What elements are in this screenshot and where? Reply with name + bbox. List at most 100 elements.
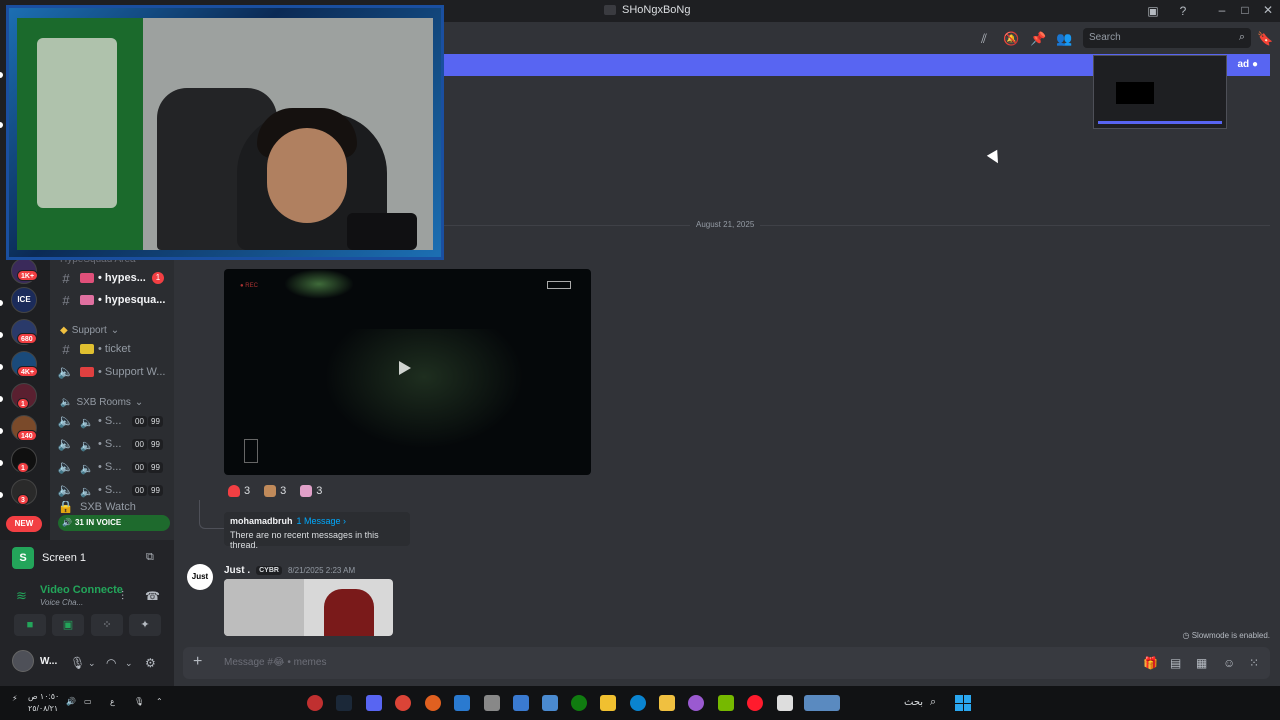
app-icon[interactable] — [777, 695, 793, 711]
taskbar-search[interactable]: بحث — [904, 697, 923, 708]
discord-icon[interactable] — [366, 695, 382, 711]
settings-icon[interactable] — [484, 695, 500, 711]
threads-icon[interactable]: ⫽ — [976, 31, 992, 47]
screen-share-button[interactable]: ▣ — [52, 614, 84, 636]
member-list-icon[interactable]: 👥 — [1056, 31, 1072, 47]
bookmark-icon[interactable]: 🔖 — [1257, 31, 1273, 47]
channel-label: • S... — [98, 438, 122, 450]
volume-icon[interactable]: 🔊 — [66, 697, 76, 706]
channel-hypes[interactable]: # • hypes... 1 — [50, 267, 174, 289]
sticker-icon[interactable]: ▦ — [1196, 656, 1207, 670]
channel-label: • S... — [98, 484, 122, 496]
user-panel[interactable]: W... — [12, 650, 57, 672]
clock-date[interactable]: ٢٥/٠٨/٢١ — [28, 704, 58, 713]
voice-connection-title[interactable]: Video Connecte — [40, 584, 123, 596]
language-indicator[interactable]: ع — [110, 697, 115, 706]
reaction-sticker[interactable]: 3 — [296, 483, 326, 499]
category-support[interactable]: ◆ Support ⌄ — [60, 325, 119, 336]
sticker-emoji-icon — [300, 485, 313, 497]
minimize-button[interactable]: – — [1215, 3, 1229, 17]
app-icon[interactable] — [454, 695, 470, 711]
weather-icon[interactable] — [804, 695, 840, 711]
edge-icon[interactable] — [630, 695, 646, 711]
category-sxb-rooms[interactable]: 🔈 SXB Rooms ⌄ — [60, 397, 143, 408]
pin-icon[interactable]: 📌 — [1030, 31, 1046, 47]
screen-share-preview[interactable] — [1093, 55, 1227, 129]
disconnect-icon[interactable]: ☎ — [145, 589, 160, 603]
voice-channel-name[interactable]: Voice Cha... — [40, 598, 83, 607]
chevron-up-icon[interactable]: ⌃ — [156, 697, 163, 706]
file-explorer-icon[interactable] — [659, 695, 675, 711]
play-icon[interactable] — [399, 361, 411, 375]
channel-sxb-watch[interactable]: 🔒 SXB Watch — [50, 501, 174, 513]
screen-share-row[interactable]: S Screen 1 — [12, 547, 86, 569]
camera-button[interactable]: ■ — [14, 614, 46, 636]
browser-icon[interactable] — [425, 695, 441, 711]
network-icon[interactable]: ▭ — [84, 697, 92, 706]
gif-icon[interactable]: ▤ — [1170, 656, 1181, 670]
speaker-icon: 🔈 — [57, 364, 75, 379]
xbox-icon[interactable] — [571, 695, 587, 711]
channel-ticket[interactable]: # • ticket — [50, 338, 174, 360]
new-badge[interactable]: NEW — [6, 516, 42, 532]
activities-button[interactable]: ⁘ — [91, 614, 123, 636]
message-image[interactable] — [224, 579, 393, 636]
maximize-button[interactable]: □ — [1238, 3, 1252, 17]
search-placeholder: Search — [1089, 32, 1121, 43]
camera-hud — [244, 439, 258, 463]
gift-icon[interactable]: 🎁 — [1143, 656, 1158, 670]
thread-link[interactable]: 1 Message › — [297, 516, 347, 526]
opera-icon[interactable] — [747, 695, 763, 711]
mail-icon[interactable] — [513, 695, 529, 711]
copilot-icon[interactable] — [688, 695, 704, 711]
windows-start-icon[interactable] — [955, 695, 971, 711]
thread-preview[interactable]: mohamadbruh 1 Message › There are no rece… — [224, 512, 410, 550]
nvidia-icon[interactable] — [718, 695, 734, 711]
chrome-icon[interactable] — [395, 695, 411, 711]
microphone-icon[interactable]: 🎙 — [134, 697, 144, 706]
store-icon[interactable] — [600, 695, 616, 711]
voice-room[interactable]: 🔈 🔈 • S... 00 99 — [50, 410, 174, 432]
app-icon[interactable] — [542, 695, 558, 711]
webcam-feed — [17, 18, 433, 250]
app-icon[interactable] — [307, 695, 323, 711]
clock-time[interactable]: ١٠:٥٠ ص — [28, 692, 59, 701]
inbox-icon[interactable]: ▣ — [1145, 3, 1161, 19]
channel-hypesquad[interactable]: # • hypesqua... — [50, 289, 174, 311]
apps-icon[interactable]: ⁙ — [1249, 656, 1259, 670]
headphones-icon[interactable]: ◠ — [106, 656, 116, 670]
reaction-face[interactable]: 3 — [260, 483, 290, 499]
voice-room[interactable]: 🔈 🔈 • S... 00 99 — [50, 433, 174, 455]
gear-icon[interactable]: ⚙ — [145, 656, 156, 670]
emoji-icon[interactable]: ☺ — [1223, 656, 1235, 670]
in-voice-pill[interactable]: 🔊 31 IN VOICE — [58, 515, 170, 531]
microphone-icon[interactable]: 🎙 — [70, 656, 85, 670]
notification-bell-icon[interactable]: 🔕 — [1003, 31, 1019, 47]
in-voice-label: 31 IN VOICE — [74, 518, 122, 527]
mark-as-read-button[interactable]: ad ● — [1238, 59, 1259, 70]
hash-icon: # — [62, 341, 70, 357]
voice-room[interactable]: 🔈 🔈 • S... 00 99 — [50, 479, 174, 501]
reaction-heart[interactable]: 3 — [224, 483, 254, 499]
help-icon[interactable]: ? — [1175, 3, 1191, 19]
message-composer[interactable]: + Message #😂 • memes 🎁 ▤ ▦ ☺ ⁙ — [183, 647, 1270, 679]
close-button[interactable]: ✕ — [1261, 3, 1275, 17]
search-icon[interactable]: ⌕ — [930, 696, 936, 709]
channel-label: • S... — [98, 461, 122, 473]
avatar[interactable]: Just — [187, 564, 213, 590]
video-embed[interactable]: ● REC — [224, 269, 591, 475]
voice-room[interactable]: 🔈 🔈 • S... 00 99 — [50, 456, 174, 478]
steam-icon[interactable] — [336, 695, 352, 711]
search-input[interactable]: Search ⌕ — [1083, 28, 1251, 48]
guild-tag[interactable]: CYBR — [256, 566, 282, 575]
soundboard-button[interactable]: ✦ — [129, 614, 161, 636]
chevron-down-icon[interactable]: ⌄ — [125, 658, 133, 669]
chevron-down-icon[interactable]: ⌄ — [88, 658, 96, 669]
server-icon-ice[interactable]: ICE — [11, 287, 37, 313]
popout-icon[interactable]: ⧉ — [146, 551, 154, 564]
system-tray-icon[interactable]: ⚡ — [12, 694, 18, 703]
message-author[interactable]: Just . — [224, 565, 250, 576]
noise-suppression-icon[interactable]: ⫶ — [121, 589, 124, 604]
add-attachment-icon[interactable]: + — [193, 653, 202, 671]
channel-support-waiting[interactable]: 🔈 • Support W... — [50, 361, 174, 383]
